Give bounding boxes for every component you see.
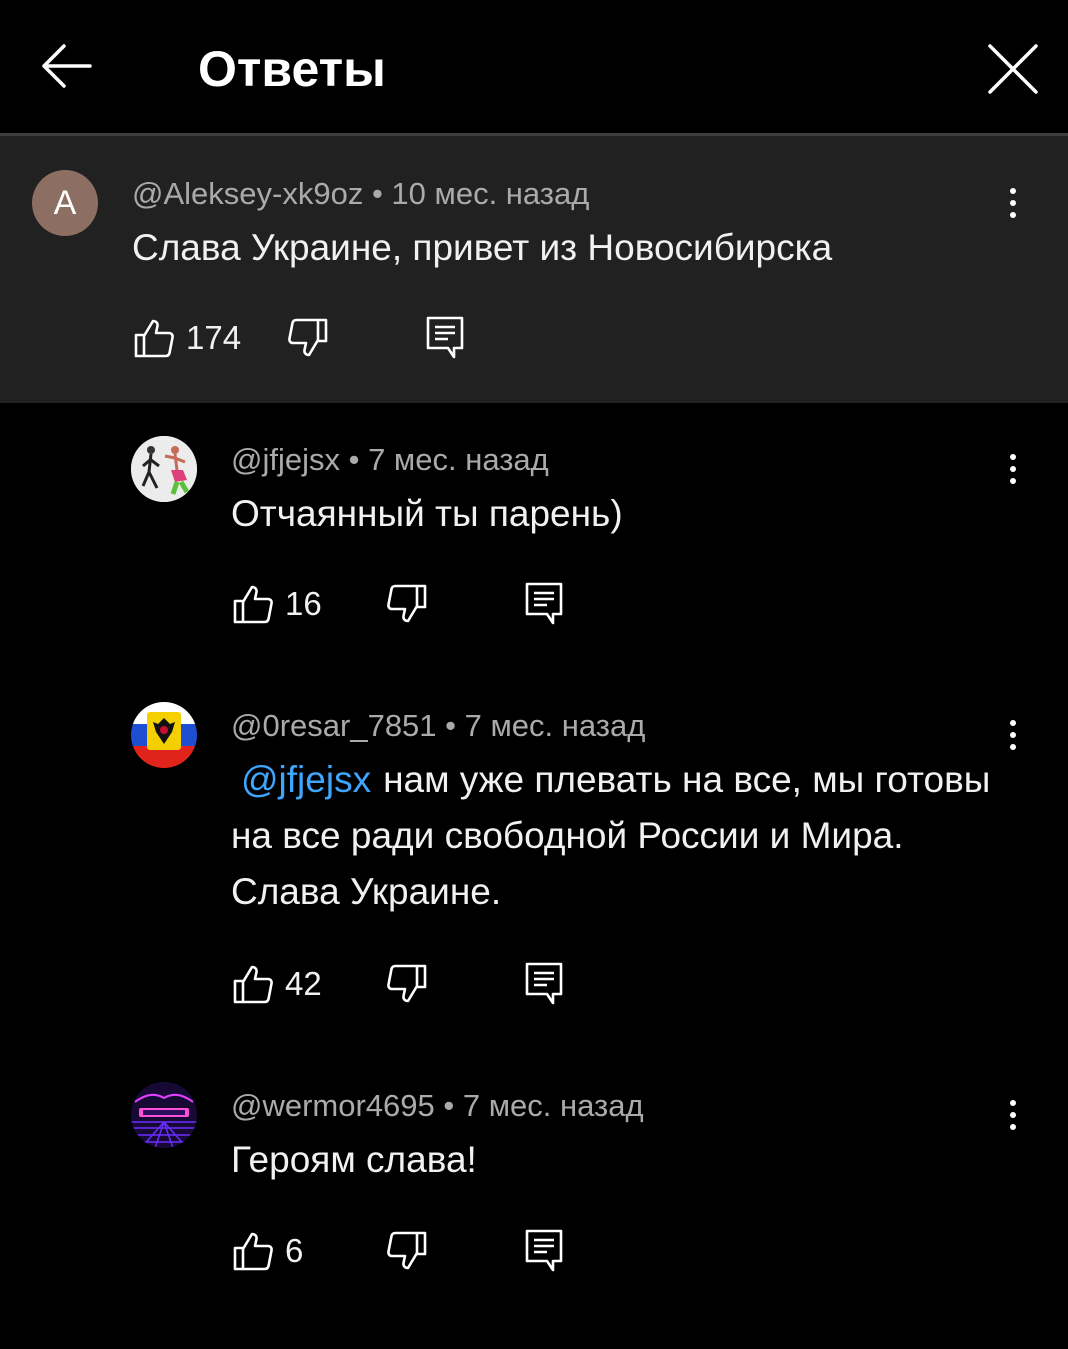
thumb-up-icon <box>233 1232 273 1271</box>
more-vert-icon <box>1010 454 1016 460</box>
more-options-button[interactable] <box>1003 1096 1023 1136</box>
comment-text: Отчаянный ты парень) <box>231 493 623 534</box>
comment-text: Героям слава! <box>231 1139 477 1180</box>
comment-meta: @0resar_7851 • 7 мес. назад <box>231 706 645 746</box>
comment-author[interactable]: @Aleksey-xk9oz <box>132 176 363 211</box>
more-options-button[interactable] <box>1003 716 1023 756</box>
comment-time: 10 мес. назад <box>391 176 590 211</box>
thumb-down-icon <box>288 318 328 357</box>
avatar[interactable] <box>131 1082 197 1148</box>
thumb-up-icon <box>134 319 174 358</box>
comment-time: 7 мес. назад <box>368 442 549 477</box>
thumb-up-icon <box>233 965 273 1004</box>
close-button[interactable] <box>984 40 1042 98</box>
reply-comment: @0resar_7851 • 7 мес. назад @jfjejsx нам … <box>0 669 1068 1049</box>
comment-meta: @wermor4695 • 7 мес. назад <box>231 1086 644 1126</box>
synthwave-avatar-icon <box>131 1082 197 1148</box>
dislike-button[interactable] <box>385 962 429 1006</box>
comment-reply-icon <box>525 962 563 1005</box>
comment-time: 7 мес. назад <box>462 1088 644 1123</box>
meta-separator: • <box>371 176 392 211</box>
reply-button[interactable] <box>523 580 567 628</box>
meta-separator: • <box>445 708 465 743</box>
avatar[interactable] <box>131 702 197 768</box>
parent-comment: A @Aleksey-xk9oz • 10 мес. назад Слава У… <box>0 136 1068 403</box>
comment-author[interactable]: @0resar_7851 <box>231 708 437 743</box>
thumb-down-icon <box>387 964 427 1003</box>
comment-reply-icon <box>525 1229 563 1272</box>
comment-meta: @jfjejsx • 7 мес. назад <box>231 440 549 480</box>
flag-emblem-avatar-icon <box>131 702 197 768</box>
dislike-button[interactable] <box>385 582 429 626</box>
more-vert-icon <box>1010 188 1016 194</box>
like-count: 16 <box>285 585 322 622</box>
back-button[interactable] <box>36 40 96 92</box>
more-options-button[interactable] <box>1003 450 1023 490</box>
header-bar: Ответы <box>0 0 1068 136</box>
avatar[interactable] <box>131 436 197 502</box>
like-button[interactable] <box>231 962 275 1006</box>
like-button[interactable] <box>132 316 176 360</box>
more-vert-icon <box>1010 720 1016 726</box>
reply-button[interactable] <box>523 1227 567 1275</box>
comment-author[interactable]: @jfjejsx <box>231 442 340 477</box>
comment-actions: 42 <box>231 962 631 1006</box>
thumb-down-icon <box>387 584 427 623</box>
meta-separator: • <box>348 442 369 477</box>
dislike-button[interactable] <box>286 316 330 360</box>
dancers-avatar-icon <box>131 436 197 502</box>
like-button[interactable] <box>231 1229 275 1273</box>
more-vert-icon <box>1010 1100 1016 1106</box>
comment-author[interactable]: @wermor4695 <box>231 1088 435 1123</box>
comment-time: 7 мес. назад <box>464 708 646 743</box>
comment-text: Слава Украине, привет из Новосибирска <box>132 227 833 268</box>
page-title: Ответы <box>198 41 386 97</box>
comment-actions: 16 <box>231 582 631 626</box>
comment-text: @jfjejsx нам уже плевать на все, мы готов… <box>231 752 991 920</box>
like-button[interactable] <box>231 582 275 626</box>
like-count: 174 <box>186 319 242 356</box>
reply-comment: @wermor4695 • 7 мес. назад Героям слава!… <box>0 1049 1068 1319</box>
mention-link[interactable]: @jfjejsx <box>231 759 383 800</box>
reply-button[interactable] <box>523 960 567 1008</box>
dislike-button[interactable] <box>385 1229 429 1273</box>
meta-separator: • <box>443 1088 463 1123</box>
like-count: 6 <box>285 1232 304 1269</box>
thumb-down-icon <box>387 1231 427 1270</box>
avatar[interactable]: A <box>32 170 98 236</box>
comment-actions: 6 <box>231 1229 631 1273</box>
reply-comment: @jfjejsx • 7 мес. назад Отчаянный ты пар… <box>0 403 1068 669</box>
comment-meta: @Aleksey-xk9oz • 10 мес. назад <box>132 174 589 214</box>
like-count: 42 <box>285 965 322 1002</box>
comment-reply-icon <box>525 582 563 625</box>
close-icon <box>988 44 1038 94</box>
thumb-up-icon <box>233 585 273 624</box>
reply-button[interactable] <box>424 314 468 362</box>
more-options-button[interactable] <box>1003 184 1023 224</box>
comment-actions: 174 <box>132 316 532 360</box>
arrow-left-icon <box>42 44 92 88</box>
comment-reply-icon <box>426 316 464 359</box>
